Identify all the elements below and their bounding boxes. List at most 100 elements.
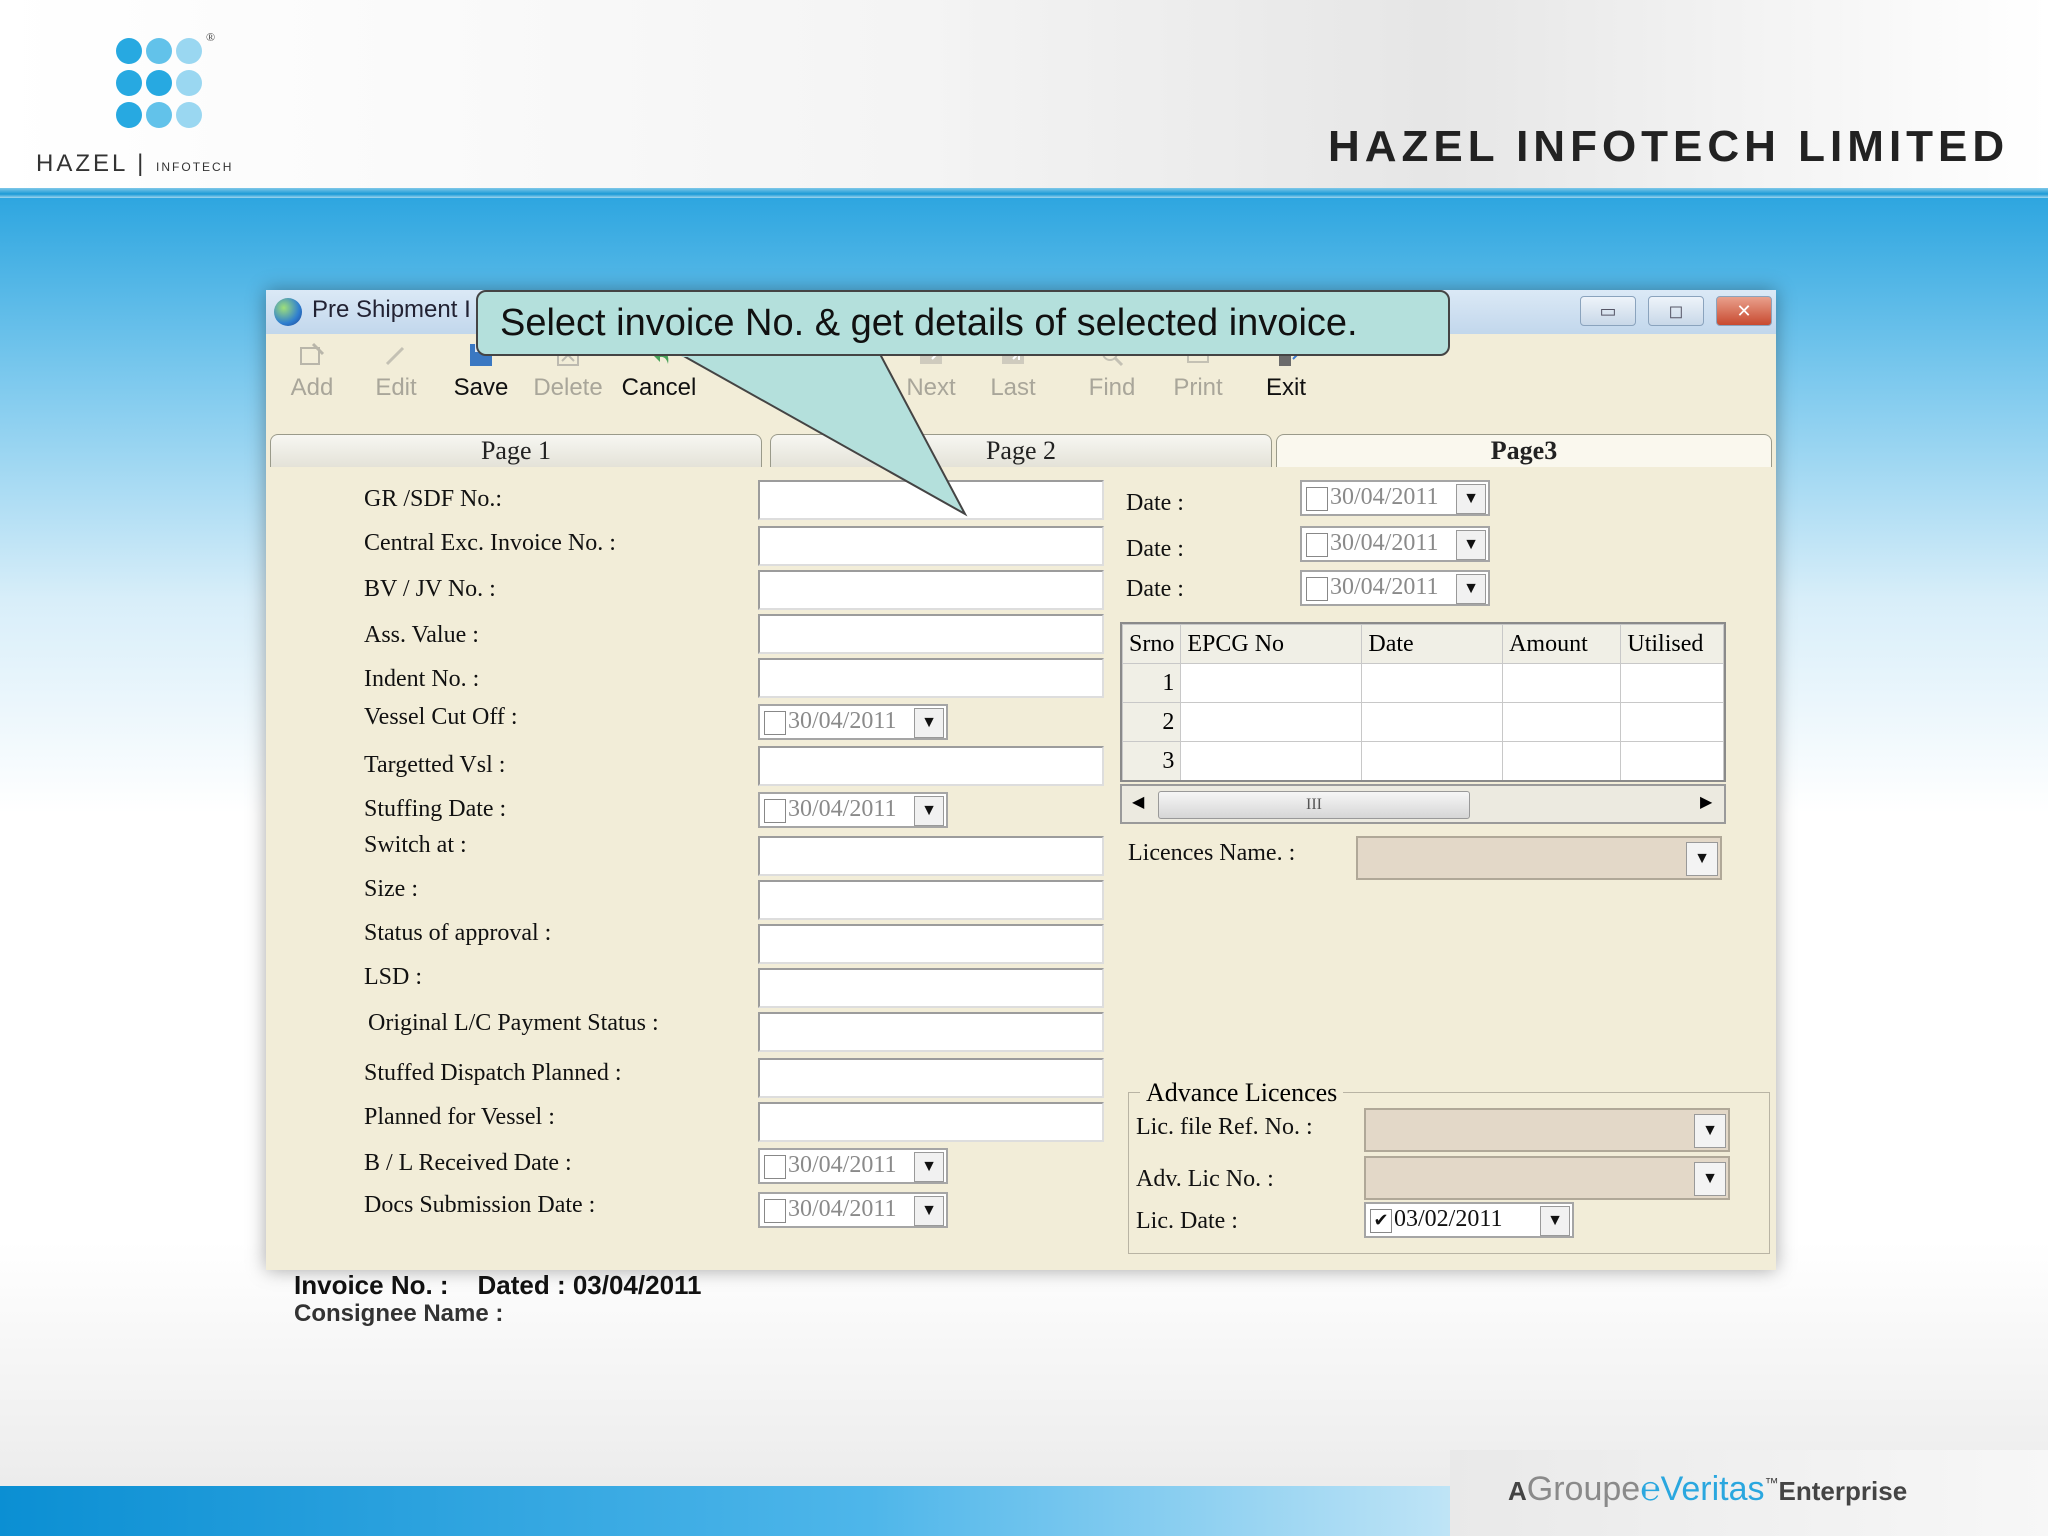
indent-no-label: Indent No. : bbox=[364, 666, 480, 692]
date-picker-1[interactable]: 30/04/2011 ▼ bbox=[1300, 480, 1490, 516]
close-button[interactable]: ✕ bbox=[1716, 296, 1772, 326]
size-label: Size : bbox=[364, 876, 418, 902]
grid-header-utilised: Utilised bbox=[1620, 624, 1724, 664]
invoice-status-line: Invoice No. : Dated : 03/04/2011 bbox=[294, 1270, 702, 1301]
instruction-callout: Select invoice No. & get details of sele… bbox=[476, 290, 1450, 356]
footer-brand: AGroupe℮Veritas™Enterprise bbox=[1508, 1470, 1908, 1508]
original-lc-label: Original L/C Payment Status : bbox=[368, 1010, 659, 1036]
scroll-left-icon[interactable]: ◀ bbox=[1132, 792, 1144, 812]
date-label-1: Date : bbox=[1126, 490, 1184, 516]
table-row[interactable]: 2 bbox=[1122, 702, 1724, 742]
chevron-down-icon[interactable]: ▼ bbox=[1694, 1114, 1726, 1148]
invoice-no-label: Invoice No. : bbox=[294, 1270, 449, 1300]
chevron-down-icon[interactable]: ▼ bbox=[1694, 1162, 1726, 1196]
company-name: HAZEL INFOTECH LIMITED bbox=[1328, 122, 2010, 171]
maximize-icon: ◻ bbox=[1668, 301, 1684, 321]
logo-wordmark: HAZEL | INFOTECH bbox=[36, 150, 234, 177]
bl-received-label: B / L Received Date : bbox=[364, 1150, 572, 1176]
date-label-2: Date : bbox=[1126, 536, 1184, 562]
scroll-right-icon[interactable]: ▶ bbox=[1700, 792, 1712, 812]
date-checkbox[interactable] bbox=[764, 1199, 786, 1223]
vessel-cutoff-date[interactable]: 30/04/2011 ▼ bbox=[758, 704, 948, 740]
licences-name-label: Licences Name. : bbox=[1128, 840, 1296, 866]
date-checkbox[interactable] bbox=[1306, 577, 1328, 601]
status-approval-input[interactable] bbox=[758, 924, 1104, 964]
chevron-down-icon[interactable]: ▼ bbox=[1686, 842, 1718, 876]
scroll-thumb[interactable]: III bbox=[1158, 791, 1470, 819]
stuffing-date-label: Stuffing Date : bbox=[364, 796, 507, 822]
lic-date-picker[interactable]: ✔ 03/02/2011 ▼ bbox=[1364, 1202, 1574, 1238]
date-checkbox[interactable] bbox=[1306, 487, 1328, 511]
lic-file-ref-combo[interactable]: ▼ bbox=[1364, 1108, 1730, 1152]
lsd-input[interactable] bbox=[758, 968, 1104, 1008]
footer-band bbox=[0, 1486, 1450, 1536]
maximize-button[interactable]: ◻ bbox=[1648, 296, 1704, 326]
header-rule bbox=[0, 188, 2048, 198]
planned-vessel-input[interactable] bbox=[758, 1102, 1104, 1142]
date-checkbox[interactable] bbox=[1306, 533, 1328, 557]
date-checkbox[interactable] bbox=[764, 799, 786, 823]
lsd-label: LSD : bbox=[364, 964, 423, 990]
date-picker-3[interactable]: 30/04/2011 ▼ bbox=[1300, 570, 1490, 606]
central-exc-invoice-input[interactable] bbox=[758, 526, 1104, 566]
pre-shipment-window: Pre Shipment I ▭ ◻ ✕ Add Edit Save Delet… bbox=[266, 290, 1776, 1270]
edit-button[interactable]: Edit bbox=[366, 340, 426, 402]
docs-submission-label: Docs Submission Date : bbox=[364, 1192, 596, 1218]
date-checkbox[interactable] bbox=[764, 1155, 786, 1179]
close-icon: ✕ bbox=[1736, 301, 1752, 321]
status-approval-label: Status of approval : bbox=[364, 920, 552, 946]
adv-lic-no-combo[interactable]: ▼ bbox=[1364, 1156, 1730, 1200]
stuffing-date-picker[interactable]: 30/04/2011 ▼ bbox=[758, 792, 948, 828]
date-picker-2[interactable]: 30/04/2011 ▼ bbox=[1300, 526, 1490, 562]
indent-no-input[interactable] bbox=[758, 658, 1104, 698]
stuffed-dispatch-input[interactable] bbox=[758, 1058, 1104, 1098]
bl-received-date[interactable]: 30/04/2011 ▼ bbox=[758, 1148, 948, 1184]
chevron-down-icon[interactable]: ▼ bbox=[1540, 1206, 1570, 1236]
lic-date-label: Lic. Date : bbox=[1136, 1208, 1238, 1234]
licences-name-combo[interactable]: ▼ bbox=[1356, 836, 1722, 880]
central-exc-invoice-label: Central Exc. Invoice No. : bbox=[364, 530, 616, 556]
stuffed-dispatch-label: Stuffed Dispatch Planned : bbox=[364, 1060, 622, 1086]
grid-horizontal-scrollbar[interactable]: ◀ III ▶ bbox=[1120, 784, 1726, 824]
chevron-down-icon[interactable]: ▼ bbox=[914, 796, 944, 826]
epcg-grid[interactable]: Srno EPCG No Date Amount Utilised 1 2 3 bbox=[1120, 622, 1726, 782]
grid-header-epcg-no: EPCG No bbox=[1180, 624, 1363, 664]
dated-label: Dated : 03/04/2011 bbox=[477, 1270, 702, 1300]
chevron-down-icon[interactable]: ▼ bbox=[1456, 484, 1486, 514]
edit-pencil-icon bbox=[385, 346, 405, 366]
lic-file-ref-label: Lic. file Ref. No. : bbox=[1136, 1114, 1313, 1140]
consignee-name-label: Consignee Name : bbox=[294, 1300, 504, 1327]
tab-page-3[interactable]: Page3 bbox=[1276, 434, 1772, 467]
add-button[interactable]: Add bbox=[282, 340, 342, 402]
veritas-swirl-icon: ℮ bbox=[1640, 1470, 1661, 1508]
chevron-down-icon[interactable]: ▼ bbox=[914, 1196, 944, 1226]
switch-at-input[interactable] bbox=[758, 836, 1104, 876]
planned-vessel-label: Planned for Vessel : bbox=[364, 1104, 555, 1130]
docs-submission-date[interactable]: 30/04/2011 ▼ bbox=[758, 1192, 948, 1228]
targetted-vsl-input[interactable] bbox=[758, 746, 1104, 786]
original-lc-input[interactable] bbox=[758, 1012, 1104, 1052]
table-row[interactable]: 3 bbox=[1122, 741, 1724, 780]
minimize-button[interactable]: ▭ bbox=[1580, 296, 1636, 326]
table-row[interactable]: 1 bbox=[1122, 663, 1724, 703]
date-checkbox[interactable] bbox=[764, 711, 786, 735]
chevron-down-icon[interactable]: ▼ bbox=[1456, 530, 1486, 560]
minimize-icon: ▭ bbox=[1599, 301, 1617, 321]
ass-value-input[interactable] bbox=[758, 614, 1104, 654]
gr-sdf-label: GR /SDF No.: bbox=[364, 486, 503, 512]
grid-header-date: Date bbox=[1361, 624, 1504, 664]
grid-header-srno: Srno bbox=[1122, 624, 1182, 664]
chevron-down-icon[interactable]: ▼ bbox=[914, 1152, 944, 1182]
ass-value-label: Ass. Value : bbox=[364, 622, 479, 648]
chevron-down-icon[interactable]: ▼ bbox=[1456, 574, 1486, 604]
company-logo: ® bbox=[110, 30, 220, 144]
vessel-cutoff-label: Vessel Cut Off : bbox=[364, 704, 518, 730]
adv-lic-no-label: Adv. Lic No. : bbox=[1136, 1166, 1274, 1192]
grid-header-amount: Amount bbox=[1502, 624, 1622, 664]
switch-at-label: Switch at : bbox=[364, 832, 467, 858]
size-input[interactable] bbox=[758, 880, 1104, 920]
chevron-down-icon[interactable]: ▼ bbox=[914, 708, 944, 738]
advance-licences-legend: Advance Licences bbox=[1140, 1078, 1344, 1108]
bv-jv-input[interactable] bbox=[758, 570, 1104, 610]
lic-date-checkbox[interactable]: ✔ bbox=[1370, 1209, 1392, 1233]
